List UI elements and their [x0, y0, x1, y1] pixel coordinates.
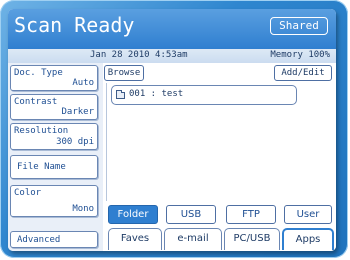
shared-button[interactable]: Shared	[270, 17, 328, 35]
status-bar: Jan 28 2010 4:53am Memory 100%	[8, 49, 336, 63]
tab-email-label: e-mail	[177, 233, 209, 244]
color-button[interactable]: Color Mono	[10, 185, 98, 217]
resolution-label: Resolution	[14, 126, 69, 136]
doc-type-label: Doc. Type	[14, 68, 63, 78]
tab-faves-label: Faves	[120, 233, 150, 244]
resolution-button[interactable]: Resolution 300 dpi	[10, 123, 98, 150]
tab-pc-usb-label: PC/USB	[233, 233, 271, 244]
tab-faves[interactable]: Faves	[108, 228, 162, 250]
color-label: Color	[14, 188, 42, 198]
doc-type-value: Auto	[72, 78, 94, 88]
folder-button[interactable]: Folder	[108, 205, 158, 224]
resolution-value: 300 dpi	[56, 137, 94, 147]
destination-type-row: Folder USB FTP User	[104, 205, 336, 225]
tab-apps-label: Apps	[295, 234, 321, 245]
date-time: Jan 28 2010 4:53am	[90, 50, 188, 60]
file-name-label: File Name	[17, 162, 66, 172]
title-bar: Scan Ready Shared	[8, 9, 336, 49]
doc-type-button[interactable]: Doc. Type Auto	[10, 65, 98, 91]
contrast-label: Contrast	[14, 97, 58, 107]
tab-email[interactable]: e-mail	[164, 228, 222, 250]
contrast-button[interactable]: Contrast Darker	[10, 94, 98, 120]
add-edit-button[interactable]: Add/Edit	[274, 65, 332, 81]
browser-area: Browse Add/Edit 001 : test Folder USB FT…	[104, 63, 336, 251]
list-item-label: 001 : test	[129, 89, 184, 99]
advanced-button[interactable]: Advanced	[10, 231, 98, 248]
tab-bar: Faves e-mail PC/USB Apps	[104, 228, 336, 251]
list-item[interactable]: 001 : test	[111, 85, 297, 105]
device-bezel: Scan Ready Shared Jan 28 2010 4:53am Mem…	[0, 0, 348, 258]
touch-screen: Scan Ready Shared Jan 28 2010 4:53am Mem…	[8, 9, 336, 251]
tab-apps[interactable]: Apps	[282, 228, 334, 250]
user-button[interactable]: User	[284, 205, 332, 224]
tab-pc-usb[interactable]: PC/USB	[224, 228, 280, 250]
ftp-button[interactable]: FTP	[226, 205, 276, 224]
file-name-button[interactable]: File Name	[10, 155, 98, 179]
screen-title: Scan Ready	[14, 13, 135, 37]
usb-button[interactable]: USB	[166, 205, 216, 224]
memory-status: Memory 100%	[270, 50, 330, 60]
contrast-value: Darker	[61, 107, 94, 117]
browse-button[interactable]: Browse	[104, 65, 144, 81]
settings-panel: Doc. Type Auto Contrast Darker Resolutio…	[8, 63, 103, 251]
advanced-label: Advanced	[17, 234, 61, 245]
destination-list: 001 : test	[106, 83, 333, 201]
folder-icon	[116, 90, 125, 99]
color-value: Mono	[72, 204, 94, 214]
